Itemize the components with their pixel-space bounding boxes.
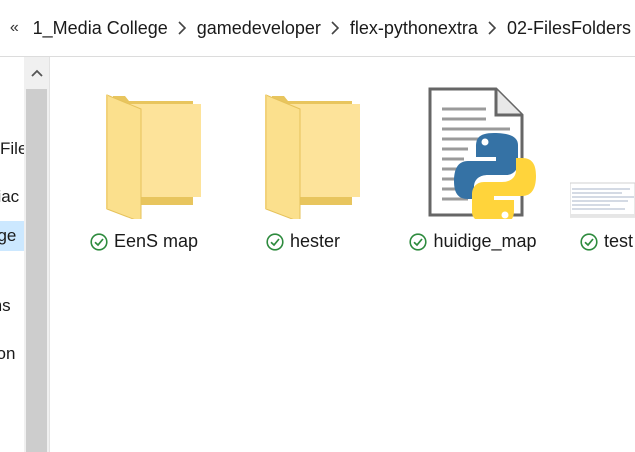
nav-item-college-selected[interactable]: ege <box>0 221 26 251</box>
scroll-up-button[interactable] <box>24 57 49 89</box>
nav-item-file[interactable]: File <box>0 137 26 161</box>
scroll-thumb[interactable] <box>26 89 47 452</box>
chevron-right-icon[interactable] <box>482 21 503 35</box>
address-breadcrumb: « 1_Media College gamedeveloper flex-pyt… <box>0 0 635 57</box>
chevron-up-icon <box>30 69 43 77</box>
file-name: hester <box>289 231 341 251</box>
file-name-row: hester <box>228 231 378 252</box>
navigation-pane: File diac ege ms son n <box>0 57 26 452</box>
chevron-right-icon[interactable] <box>325 21 346 35</box>
breadcrumb-item-gamedeveloper[interactable]: gamedeveloper <box>193 18 325 39</box>
file-item-huidige-map[interactable]: huidige_map <box>398 71 548 271</box>
file-name: test <box>604 231 634 251</box>
python-file-icon <box>398 79 548 219</box>
nav-item-person[interactable]: son <box>0 342 26 366</box>
folder-icon <box>69 79 219 219</box>
vertical-scrollbar[interactable] <box>24 57 50 452</box>
file-name: EenS map <box>113 231 199 251</box>
file-item-eens-map[interactable]: EenS map <box>69 71 219 271</box>
file-name-row: huidige_map <box>398 231 548 252</box>
file-name: huidige_map <box>433 231 537 251</box>
sync-check-icon <box>580 232 598 251</box>
sync-check-icon <box>409 232 428 251</box>
file-name-row: test <box>580 231 633 252</box>
file-list: EenS map hester huidige_map test <box>50 57 635 452</box>
nav-item-media[interactable]: diac <box>0 185 26 209</box>
breadcrumb-item-filesfolders[interactable]: 02-FilesFolders <box>503 18 635 39</box>
folder-icon <box>228 79 378 219</box>
breadcrumb-overflow-button[interactable]: « <box>0 19 29 37</box>
nav-item-other[interactable]: n <box>0 413 9 437</box>
file-name-row: EenS map <box>69 231 219 252</box>
nav-item-programs[interactable]: ms <box>0 294 23 318</box>
sync-check-icon <box>266 232 284 251</box>
chevron-right-icon[interactable] <box>172 21 193 35</box>
breadcrumb-item-flex-pythonextra[interactable]: flex-pythonextra <box>346 18 482 39</box>
file-item-hester[interactable]: hester <box>228 71 378 271</box>
sync-check-icon <box>90 232 108 251</box>
breadcrumb-item-media-college[interactable]: 1_Media College <box>29 18 172 39</box>
text-file-thumbnail-icon <box>570 79 635 219</box>
file-item-test[interactable]: test <box>570 71 635 271</box>
